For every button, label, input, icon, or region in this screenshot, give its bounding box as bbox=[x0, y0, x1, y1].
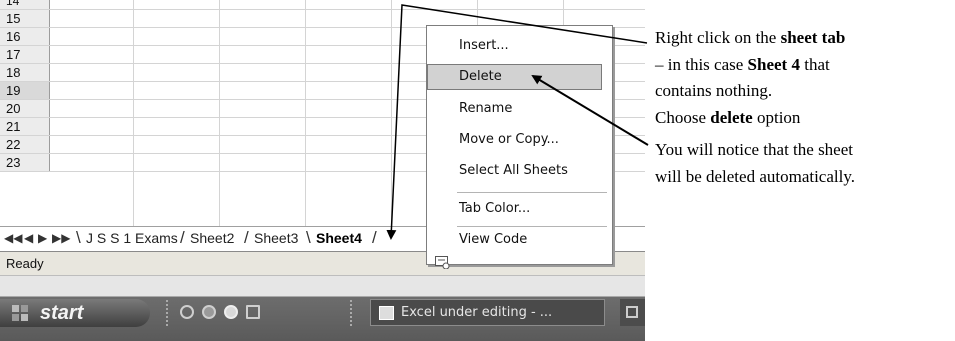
instruction-annotation: Right click on the sheet tab – in this c… bbox=[655, 25, 955, 190]
row-header[interactable]: 14 bbox=[0, 0, 50, 9]
media-player-icon[interactable] bbox=[224, 305, 238, 319]
sheet-tab-jss1-exams[interactable]: J S S 1 Exams bbox=[86, 230, 178, 246]
annotation-text: – in this case bbox=[655, 54, 748, 74]
first-sheet-icon[interactable]: ◀◀ bbox=[4, 231, 22, 245]
row-header[interactable]: 23 bbox=[0, 154, 50, 171]
start-button[interactable]: start bbox=[0, 299, 150, 327]
tab-divider: \ bbox=[76, 228, 81, 247]
menu-item-label: Rename bbox=[459, 101, 513, 116]
tab-divider: \ bbox=[306, 228, 311, 247]
menu-item-label: Tab Color... bbox=[459, 201, 531, 216]
row-header[interactable]: 17 bbox=[0, 46, 50, 63]
windows-taskbar: start Excel under editing - ... bbox=[0, 276, 645, 341]
annotation-text: option bbox=[752, 107, 801, 127]
annotation-line: contains nothing. bbox=[655, 81, 773, 100]
word-document-icon bbox=[379, 306, 394, 320]
screenshot: 14 15 16 17 18 19 20 21 22 23 ◀◀ ◀ ▶ ▶▶ … bbox=[0, 0, 645, 341]
status-text: Ready bbox=[6, 256, 44, 271]
annotation-bold-text: delete bbox=[710, 107, 753, 127]
row-header-selected[interactable]: 19 bbox=[0, 82, 50, 99]
annotation-bold-text: Sheet 4 bbox=[747, 54, 800, 74]
column-gridline bbox=[305, 0, 306, 226]
row-header[interactable]: 16 bbox=[0, 28, 50, 45]
annotation-text: Choose bbox=[655, 107, 711, 127]
taskbar-window-button[interactable]: Excel under editing - ... bbox=[370, 299, 605, 326]
row-header[interactable]: 18 bbox=[0, 64, 50, 81]
menu-item-insert[interactable]: Insert... bbox=[459, 38, 509, 53]
annotation-line: Right click on the sheet tab bbox=[655, 25, 955, 52]
menu-item-view-code[interactable]: View Code bbox=[459, 232, 527, 247]
menu-item-label: Select All Sheets bbox=[459, 163, 568, 178]
tray-icon[interactable] bbox=[626, 306, 638, 318]
context-menu: Insert... Delete Rename Move or Copy... … bbox=[426, 25, 613, 269]
column-gridline bbox=[219, 0, 220, 226]
row-header[interactable]: 15 bbox=[0, 10, 50, 27]
column-gridline bbox=[391, 0, 392, 226]
row-header[interactable]: 20 bbox=[0, 100, 50, 117]
menu-separator bbox=[457, 192, 607, 193]
show-desktop-icon[interactable] bbox=[246, 305, 260, 319]
taskbar-window-label: Excel under editing - ... bbox=[401, 305, 553, 320]
system-tray bbox=[620, 299, 645, 326]
tab-divider: / bbox=[372, 228, 377, 247]
annotation-line: – in this case Sheet 4 that bbox=[655, 52, 955, 79]
sheet-tab-sheet3[interactable]: Sheet3 bbox=[254, 230, 298, 246]
next-sheet-icon[interactable]: ▶ bbox=[38, 231, 47, 245]
annotation-line: will be deleted automatically. bbox=[655, 166, 855, 186]
annotation-bold-text: sheet tab bbox=[780, 28, 846, 47]
row-header[interactable]: 22 bbox=[0, 136, 50, 153]
menu-item-tab-color[interactable]: Tab Color... bbox=[459, 201, 530, 216]
grid-row: 14 bbox=[0, 0, 645, 10]
tab-divider: / bbox=[180, 228, 185, 247]
menu-item-select-all-sheets[interactable]: Select All Sheets bbox=[459, 163, 568, 178]
row-header[interactable]: 21 bbox=[0, 118, 50, 135]
column-gridline bbox=[133, 0, 134, 226]
annotation-line: You will notice that the sheet bbox=[655, 140, 853, 159]
annotation-text: that bbox=[799, 54, 830, 74]
menu-item-label: Insert... bbox=[459, 38, 509, 53]
toolbar-grip bbox=[350, 300, 355, 326]
annotation-line: Choose delete option bbox=[655, 105, 955, 132]
sheet-tab-sheet4[interactable]: Sheet4 bbox=[316, 230, 362, 246]
menu-item-label: View Code bbox=[459, 232, 528, 247]
menu-item-label: Move or Copy... bbox=[459, 132, 559, 147]
menu-item-delete[interactable]: Delete bbox=[427, 64, 602, 90]
tab-divider: / bbox=[244, 228, 249, 247]
annotation-text: Right click on the bbox=[655, 28, 781, 47]
menu-item-label: Delete bbox=[459, 69, 502, 84]
windows-logo-icon bbox=[12, 305, 28, 321]
browser-icon[interactable] bbox=[202, 305, 216, 319]
menu-item-move-or-copy[interactable]: Move or Copy... bbox=[459, 132, 559, 147]
menu-item-rename[interactable]: Rename bbox=[459, 101, 512, 116]
sheet-tab-sheet2[interactable]: Sheet2 bbox=[190, 230, 234, 246]
previous-sheet-icon[interactable]: ◀ bbox=[24, 231, 33, 245]
menu-separator bbox=[457, 226, 607, 227]
toolbar-grip bbox=[166, 300, 171, 326]
start-label: start bbox=[40, 302, 84, 324]
last-sheet-icon[interactable]: ▶▶ bbox=[52, 231, 70, 245]
view-code-icon bbox=[435, 256, 450, 269]
internet-explorer-icon[interactable] bbox=[180, 305, 194, 319]
